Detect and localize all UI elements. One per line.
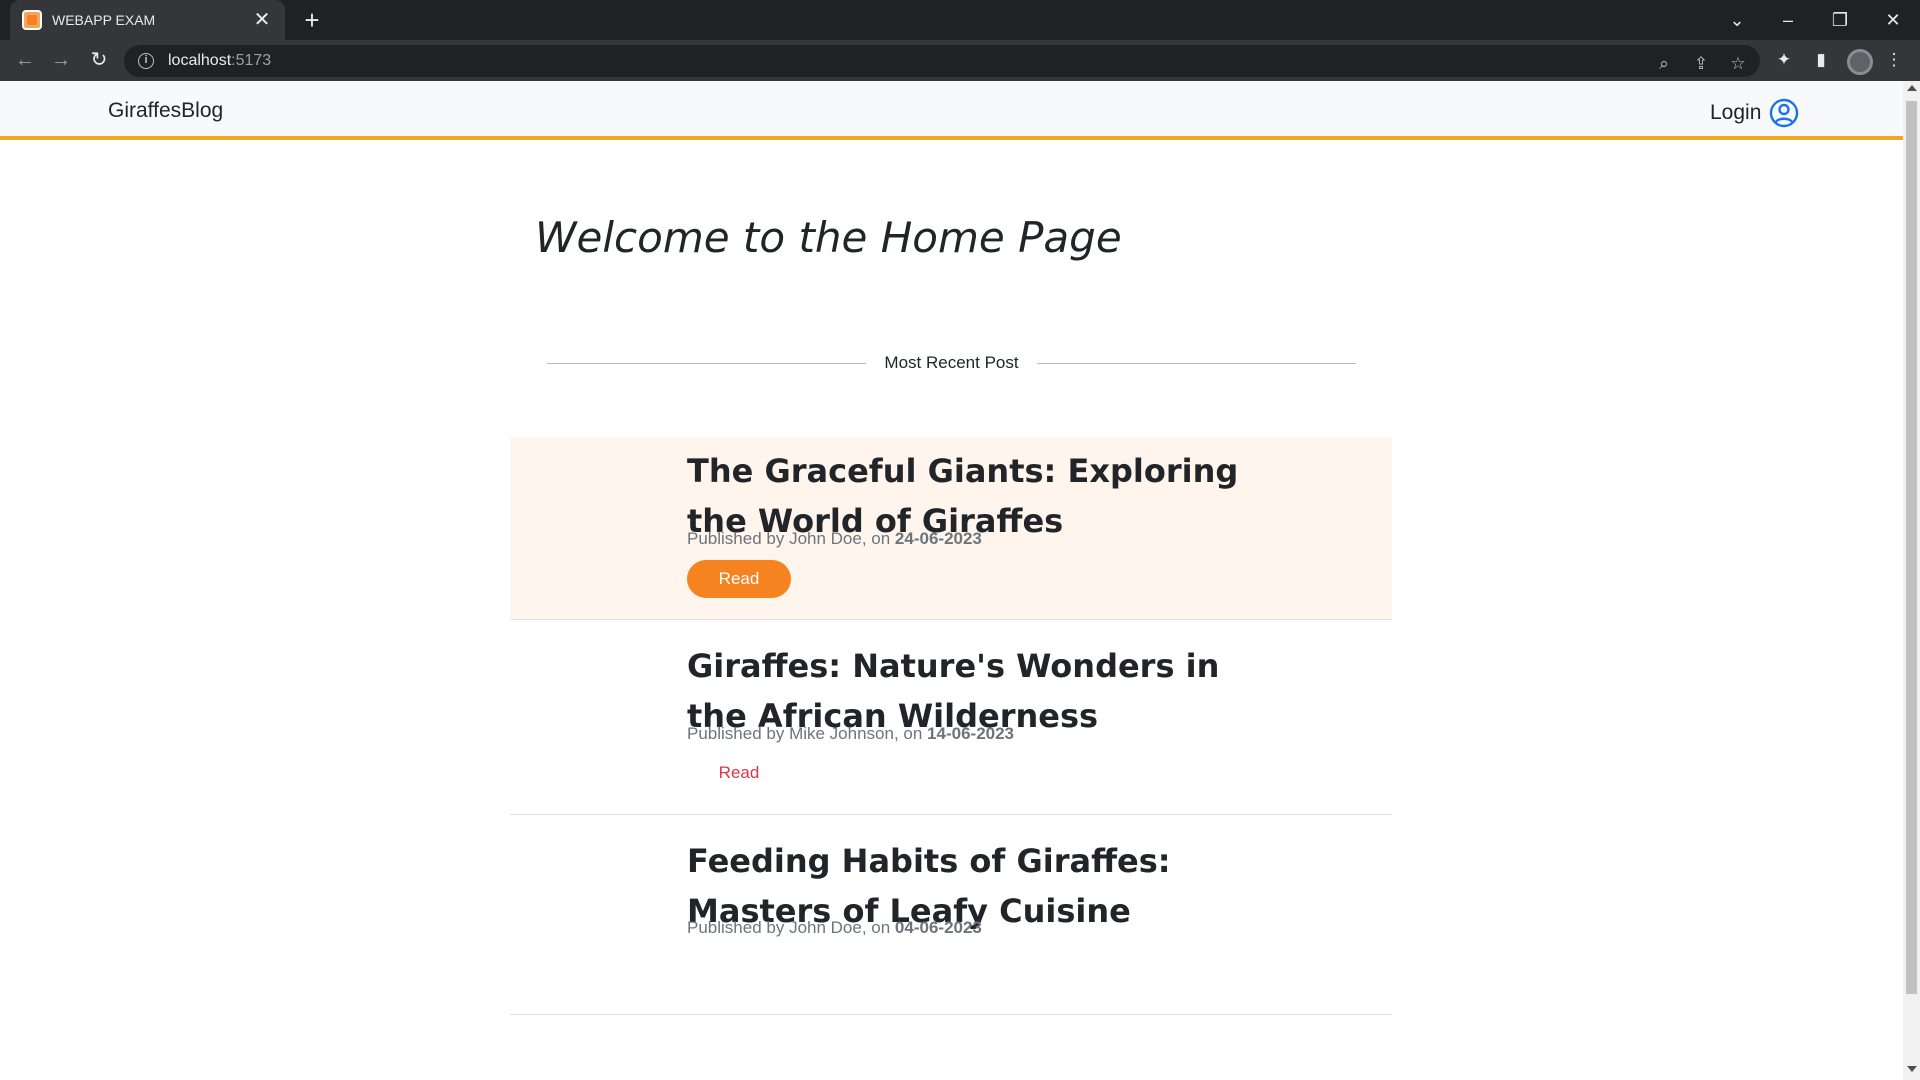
reload-icon[interactable]: ↻: [85, 46, 113, 74]
url-host: localhost: [168, 52, 232, 69]
post-date: 04-06-2023: [894, 918, 982, 937]
share-icon[interactable]: ⇪: [1687, 50, 1715, 78]
scroll-down-arrow-icon[interactable]: [1907, 1066, 1917, 1072]
zoom-icon[interactable]: ⌕: [1650, 50, 1678, 78]
section-label: Most Recent Post: [884, 353, 1019, 372]
tab-title: WEBAPP EXAM: [52, 12, 156, 28]
browser-toolbar: ← → ↻ i localhost :5173 ⌕ ⇪ ☆ ✦ ▮ ⋮: [0, 40, 1920, 81]
forward-icon[interactable]: →: [47, 46, 75, 74]
new-tab-icon[interactable]: +: [298, 6, 326, 34]
divider-line-right: [1036, 362, 1357, 364]
login-link[interactable]: Login: [1710, 98, 1799, 128]
brand-link[interactable]: GiraffesBlog: [108, 99, 223, 123]
page-title: Welcome to the Home Page: [535, 213, 1122, 262]
post-date: 24-06-2023: [894, 529, 982, 548]
post-meta: Published by Mike Johnson, on 14-06-2023: [687, 724, 1014, 744]
post-author-text: Published by John Doe, on: [687, 918, 895, 937]
post-date: 14-06-2023: [927, 724, 1015, 743]
site-navbar: GiraffesBlog Login: [0, 81, 1903, 140]
post-meta: Published by John Doe, on 24-06-2023: [687, 529, 982, 549]
read-button[interactable]: Read: [687, 560, 791, 598]
bookmark-star-icon[interactable]: ☆: [1724, 50, 1752, 78]
tab-search-icon[interactable]: ⌄: [1721, 6, 1753, 34]
profile-avatar-icon[interactable]: [1847, 49, 1873, 75]
scroll-up-arrow-icon[interactable]: [1907, 85, 1917, 91]
scrollbar-thumb[interactable]: [1906, 101, 1917, 994]
back-icon[interactable]: ←: [11, 46, 39, 74]
post-card-featured: The Graceful Giants: Exploring the World…: [510, 438, 1392, 620]
browser-tab-bar: WEBAPP EXAM ✕ + ⌄ – ❐ ✕: [0, 0, 1920, 40]
page-viewport: GiraffesBlog Login Welcome to the Home P…: [0, 81, 1903, 1080]
close-tab-icon[interactable]: ✕: [251, 10, 273, 30]
site-info-icon[interactable]: i: [138, 53, 154, 69]
post-card: Feeding Habits of Giraffes: Masters of L…: [510, 815, 1392, 1015]
section-divider: Most Recent Post: [547, 351, 1357, 375]
read-link[interactable]: Read: [687, 754, 791, 792]
post-meta: Published by John Doe, on 04-06-2023: [687, 918, 982, 938]
address-bar[interactable]: i localhost :5173 ⌕ ⇪ ☆: [124, 45, 1760, 77]
post-author-text: Published by John Doe, on: [687, 529, 895, 548]
close-window-icon[interactable]: ✕: [1877, 6, 1909, 34]
browser-menu-icon[interactable]: ⋮: [1880, 46, 1908, 74]
extensions-icon[interactable]: ✦: [1770, 46, 1798, 74]
restore-icon[interactable]: ❐: [1824, 6, 1856, 34]
tab-favicon-icon: [22, 10, 42, 30]
user-circle-icon: [1770, 98, 1799, 128]
divider-line-left: [547, 362, 867, 364]
page-scrollbar[interactable]: [1903, 81, 1920, 1080]
side-panel-icon[interactable]: ▮: [1807, 46, 1835, 74]
post-author-text: Published by Mike Johnson, on: [687, 724, 928, 743]
minimize-icon[interactable]: –: [1772, 6, 1804, 34]
url-port: :5173: [231, 52, 272, 69]
browser-tab[interactable]: WEBAPP EXAM ✕: [10, 0, 285, 40]
login-label: Login: [1710, 101, 1762, 124]
post-card: Giraffes: Nature's Wonders in the Africa…: [510, 620, 1392, 815]
